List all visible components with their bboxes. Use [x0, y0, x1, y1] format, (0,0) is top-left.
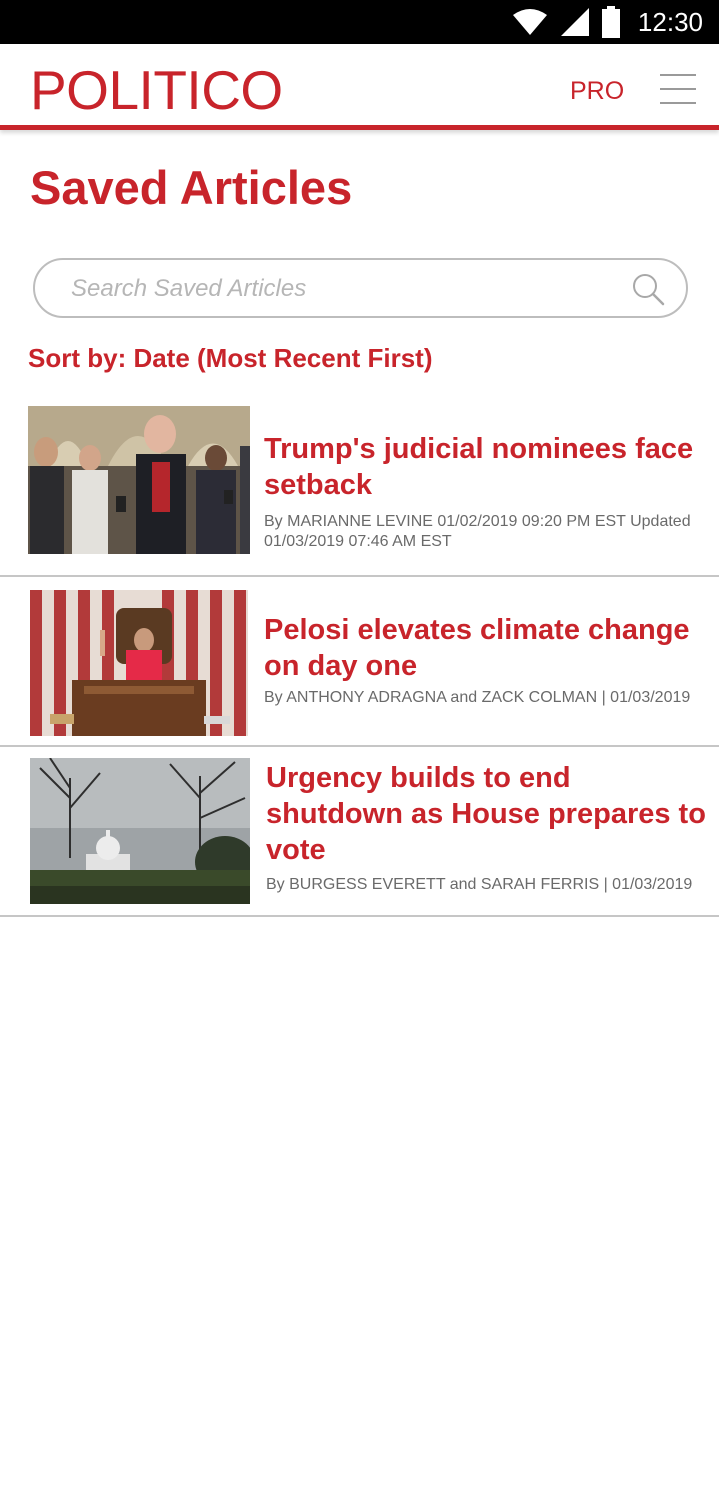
menu-line [660, 102, 696, 104]
menu-line [660, 88, 696, 90]
battery-icon [601, 6, 620, 38]
article-item[interactable]: Pelosi elevates climate change on day on… [0, 577, 719, 747]
page-title: Saved Articles [30, 161, 353, 214]
article-byline: By BURGESS EVERETT and SARAH FERRIS | 01… [266, 876, 693, 893]
photo-reporters-crowd [28, 406, 250, 554]
article-item[interactable]: Urgency builds to end shutdown as House … [0, 747, 719, 917]
article-thumbnail[interactable] [30, 758, 250, 904]
status-bar: 12:30 [0, 0, 719, 44]
wifi-icon [512, 9, 547, 35]
menu-line [660, 74, 696, 76]
article-title[interactable]: Trump's judicial nominees face setback [264, 431, 704, 503]
cellular-signal-icon [560, 8, 589, 36]
search-input[interactable] [71, 270, 611, 308]
photo-capitol-dome-trees [30, 758, 250, 904]
politico-logo[interactable]: POLITICO [30, 60, 283, 120]
article-thumbnail[interactable] [28, 406, 250, 554]
article-byline: By MARIANNE LEVINE 01/02/2019 09:20 PM E… [264, 513, 691, 550]
search-box[interactable] [33, 258, 688, 318]
article-thumbnail[interactable] [30, 590, 248, 736]
status-icons: 12:30 [512, 6, 703, 38]
app-header: POLITICO PRO [0, 44, 719, 130]
article-byline: By ANTHONY ADRAGNA and ZACK COLMAN | 01/… [264, 689, 691, 706]
hamburger-menu-icon[interactable] [660, 72, 696, 106]
pro-link[interactable]: PRO [570, 76, 624, 106]
search-icon[interactable] [631, 272, 665, 306]
photo-speaker-podium-flag [30, 590, 248, 736]
sort-dropdown[interactable]: Sort by: Date (Most Recent First) [28, 342, 433, 374]
article-title[interactable]: Urgency builds to end shutdown as House … [266, 760, 706, 868]
status-time: 12:30 [637, 6, 703, 37]
article-item[interactable]: Trump's judicial nominees face setback B… [0, 396, 719, 577]
article-title[interactable]: Pelosi elevates climate change on day on… [264, 612, 704, 684]
